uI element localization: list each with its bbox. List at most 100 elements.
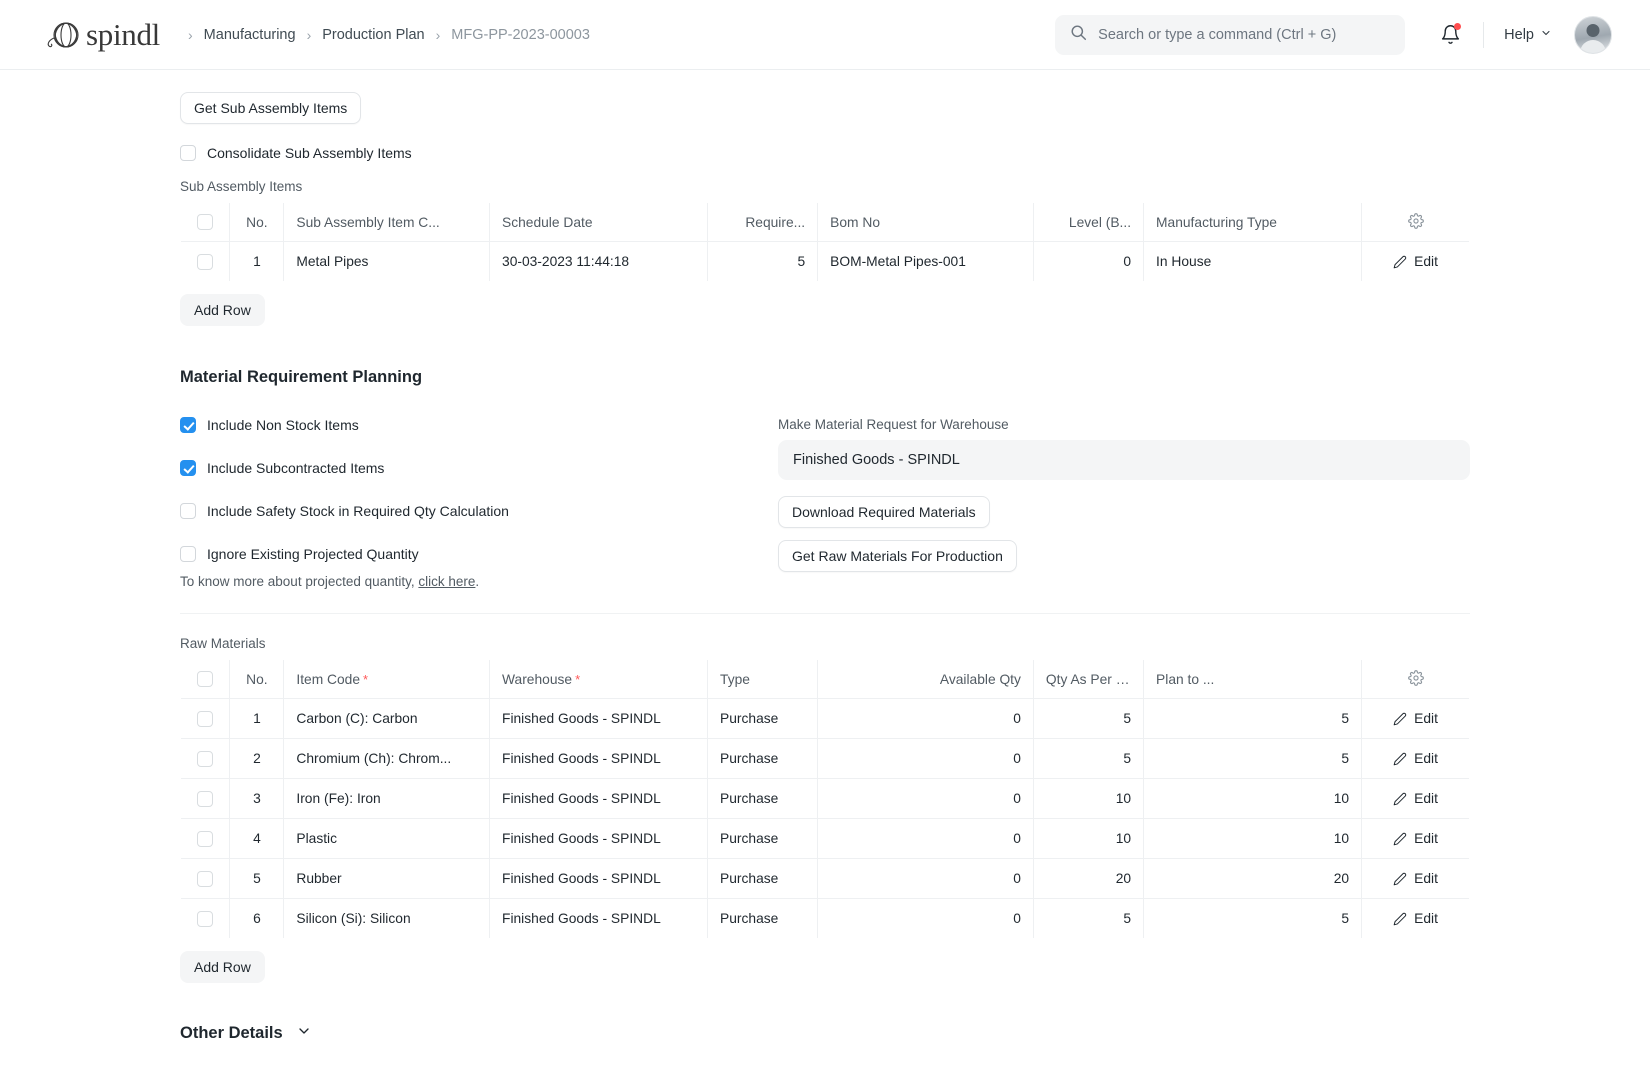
row-edit-cell[interactable]: Edit [1361, 738, 1469, 779]
other-details-section-toggle[interactable]: Other Details [180, 1023, 1470, 1044]
cell-qty-as-per-bom[interactable]: 5 [1033, 738, 1145, 779]
cell-warehouse[interactable]: Finished Goods - SPINDL [489, 818, 709, 859]
avatar[interactable] [1574, 15, 1612, 54]
include-safety-stock-checkbox[interactable] [180, 503, 196, 519]
row-edit-cell[interactable]: Edit [1361, 778, 1469, 819]
row-select-cell[interactable] [181, 778, 231, 819]
projected-quantity-help-link[interactable]: click here [418, 574, 475, 589]
row-edit-cell[interactable]: Edit [1361, 858, 1469, 899]
select-all-checkbox[interactable] [197, 671, 214, 688]
row-select-cell[interactable] [181, 818, 231, 859]
cell-schedule-date[interactable]: 30-03-2023 11:44:18 [489, 241, 709, 281]
table-row[interactable]: 2 Chromium (Ch): Chrom... Finished Goods… [181, 738, 1469, 779]
row-select-cell[interactable] [181, 898, 231, 938]
cell-available-qty[interactable]: 0 [817, 818, 1034, 859]
table-row[interactable]: 1 Carbon (C): Carbon Finished Goods - SP… [181, 698, 1469, 739]
get-raw-materials-for-production-button[interactable]: Get Raw Materials For Production [778, 540, 1017, 572]
row-checkbox[interactable] [197, 710, 214, 727]
breadcrumb-item-manufacturing[interactable]: Manufacturing [204, 27, 296, 43]
row-select-cell[interactable] [181, 858, 231, 899]
row-checkbox[interactable] [197, 790, 214, 807]
grid-settings-button[interactable] [1361, 660, 1469, 699]
cell-type[interactable]: Purchase [707, 898, 819, 938]
row-select-cell[interactable] [181, 698, 231, 739]
row-checkbox[interactable] [197, 870, 214, 887]
row-edit-cell[interactable]: Edit [1361, 818, 1469, 859]
cell-available-qty[interactable]: 0 [817, 778, 1034, 819]
breadcrumb-item-production-plan[interactable]: Production Plan [322, 27, 424, 43]
table-row[interactable]: 3 Iron (Fe): Iron Finished Goods - SPIND… [181, 778, 1469, 819]
warehouse-select[interactable]: Finished Goods - SPINDL [778, 440, 1470, 480]
raw-materials-add-row-button[interactable]: Add Row [180, 951, 265, 983]
include-non-stock-items-row[interactable]: Include Non Stock Items [180, 417, 778, 433]
cell-qty-as-per-bom[interactable]: 5 [1033, 698, 1145, 739]
select-all-header[interactable] [181, 660, 231, 699]
ignore-existing-projected-quantity-checkbox[interactable] [180, 546, 196, 562]
cell-plan-to[interactable]: 5 [1143, 738, 1363, 779]
cell-type[interactable]: Purchase [707, 778, 819, 819]
ignore-existing-projected-quantity-row[interactable]: Ignore Existing Projected Quantity [180, 546, 778, 562]
row-edit-cell[interactable]: Edit [1361, 698, 1469, 739]
cell-available-qty[interactable]: 0 [817, 898, 1034, 938]
grid-settings-button[interactable] [1361, 203, 1469, 242]
cell-manufacturing-type[interactable]: In House [1143, 241, 1363, 281]
cell-qty-as-per-bom[interactable]: 20 [1033, 858, 1145, 899]
cell-available-qty[interactable]: 0 [817, 738, 1034, 779]
cell-warehouse[interactable]: Finished Goods - SPINDL [489, 898, 709, 938]
cell-type[interactable]: Purchase [707, 698, 819, 739]
cell-qty-as-per-bom[interactable]: 10 [1033, 818, 1145, 859]
download-required-materials-button[interactable]: Download Required Materials [778, 496, 990, 528]
table-row[interactable]: 5 Rubber Finished Goods - SPINDL Purchas… [181, 858, 1469, 899]
consolidate-sub-assembly-items-row[interactable]: Consolidate Sub Assembly Items [180, 145, 1470, 161]
row-checkbox[interactable] [197, 910, 214, 927]
sub-assembly-add-row-button[interactable]: Add Row [180, 294, 265, 326]
notifications-button[interactable] [1437, 22, 1463, 48]
row-checkbox[interactable] [197, 750, 214, 767]
cell-warehouse[interactable]: Finished Goods - SPINDL [489, 858, 709, 899]
cell-item-code[interactable]: Chromium (Ch): Chrom... [283, 738, 491, 779]
cell-item-code[interactable]: Rubber [283, 858, 491, 899]
edit-row-button[interactable]: Edit [1362, 699, 1469, 738]
cell-plan-to[interactable]: 10 [1143, 818, 1363, 859]
include-non-stock-items-checkbox[interactable] [180, 417, 196, 433]
cell-warehouse[interactable]: Finished Goods - SPINDL [489, 698, 709, 739]
help-menu[interactable]: Help [1504, 27, 1552, 43]
cell-plan-to[interactable]: 5 [1143, 898, 1363, 938]
edit-row-button[interactable]: Edit [1362, 242, 1469, 281]
row-checkbox[interactable] [197, 253, 214, 270]
edit-row-button[interactable]: Edit [1362, 899, 1469, 938]
cell-plan-to[interactable]: 20 [1143, 858, 1363, 899]
consolidate-sub-assembly-items-checkbox[interactable] [180, 145, 196, 161]
cell-available-qty[interactable]: 0 [817, 698, 1034, 739]
cell-type[interactable]: Purchase [707, 858, 819, 899]
cell-item-code[interactable]: Silicon (Si): Silicon [283, 898, 491, 938]
cell-type[interactable]: Purchase [707, 738, 819, 779]
include-safety-stock-row[interactable]: Include Safety Stock in Required Qty Cal… [180, 503, 778, 519]
table-row[interactable]: 1 Metal Pipes 30-03-2023 11:44:18 5 BOM-… [181, 241, 1469, 281]
cell-item-code[interactable]: Plastic [283, 818, 491, 859]
cell-warehouse[interactable]: Finished Goods - SPINDL [489, 778, 709, 819]
row-select-cell[interactable] [181, 241, 231, 281]
include-subcontracted-items-checkbox[interactable] [180, 460, 196, 476]
cell-qty-as-per-bom[interactable]: 5 [1033, 898, 1145, 938]
table-row[interactable]: 6 Silicon (Si): Silicon Finished Goods -… [181, 898, 1469, 939]
edit-row-button[interactable]: Edit [1362, 779, 1469, 818]
include-subcontracted-items-row[interactable]: Include Subcontracted Items [180, 460, 778, 476]
cell-warehouse[interactable]: Finished Goods - SPINDL [489, 738, 709, 779]
select-all-header[interactable] [181, 203, 231, 242]
global-search[interactable] [1055, 14, 1406, 55]
row-select-cell[interactable] [181, 738, 231, 779]
cell-qty-as-per-bom[interactable]: 10 [1033, 778, 1145, 819]
cell-available-qty[interactable]: 0 [817, 858, 1034, 899]
cell-plan-to[interactable]: 10 [1143, 778, 1363, 819]
cell-type[interactable]: Purchase [707, 818, 819, 859]
edit-row-button[interactable]: Edit [1362, 739, 1469, 778]
row-edit-cell[interactable]: Edit [1362, 899, 1469, 939]
cell-required-qty[interactable]: 5 [707, 241, 819, 281]
edit-row-button[interactable]: Edit [1362, 819, 1469, 858]
search-input[interactable] [1098, 26, 1391, 43]
select-all-checkbox[interactable] [197, 214, 214, 231]
row-checkbox[interactable] [197, 830, 214, 847]
cell-bom-no[interactable]: BOM-Metal Pipes-001 [817, 241, 1034, 281]
cell-item-code[interactable]: Iron (Fe): Iron [283, 778, 491, 819]
